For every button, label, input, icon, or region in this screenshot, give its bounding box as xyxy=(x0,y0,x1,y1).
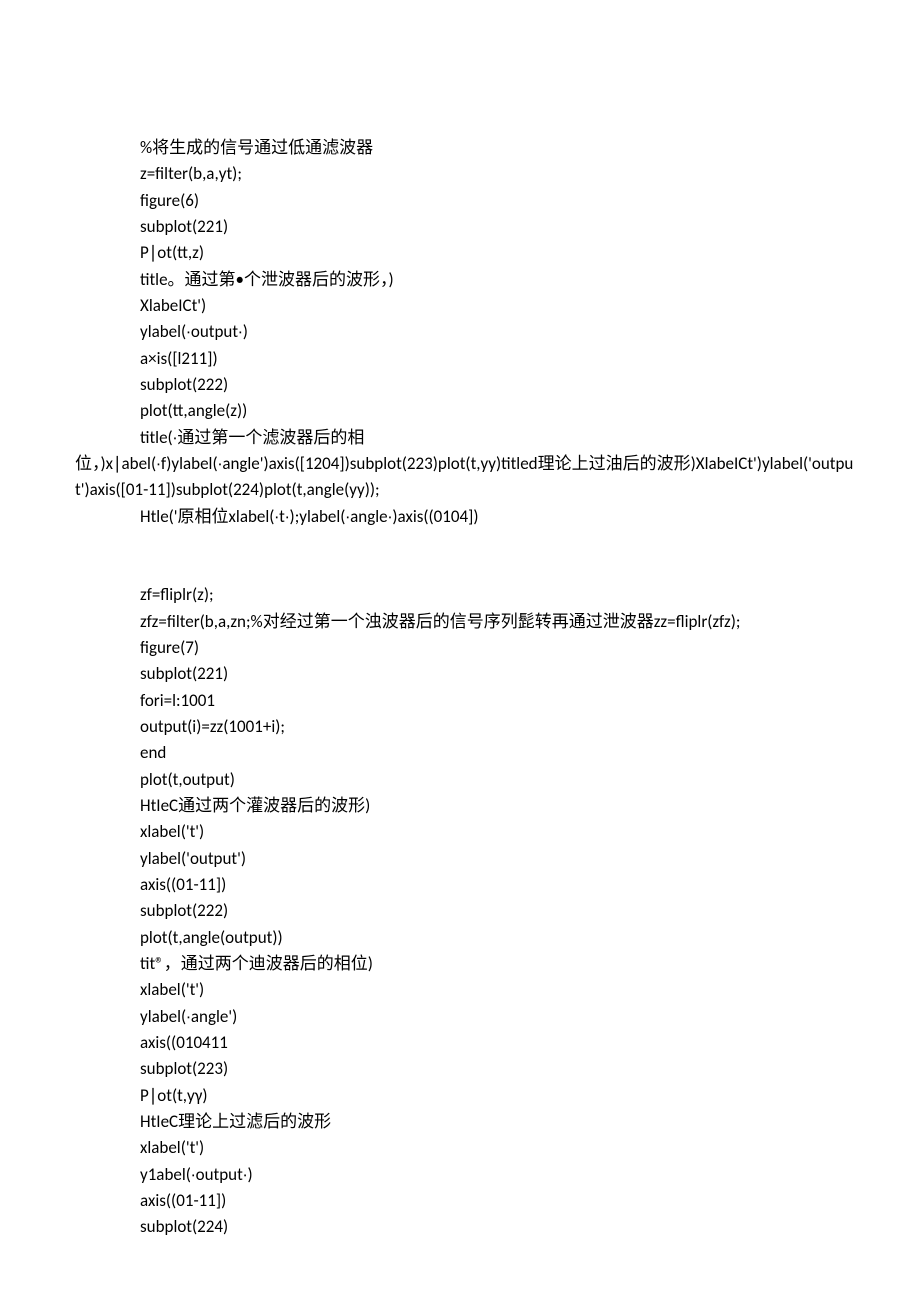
code-line: figure(7) xyxy=(0,635,920,661)
code-line: figure(6) xyxy=(0,188,920,214)
code-line: title。通过第•个泄波器后的波形，) xyxy=(0,267,920,293)
code-line: y1abel(∙output∙) xyxy=(0,1162,920,1188)
code-line: z=filter(b,a,yt); xyxy=(0,161,920,187)
code-line: subplot(222) xyxy=(0,898,920,924)
code-line: title(∙通过第一个滤波器后的相 xyxy=(0,425,920,451)
code-line: subplot(224) xyxy=(0,1214,920,1240)
code-line: axis((01-11]) xyxy=(0,1188,920,1214)
code-line: subplot(222) xyxy=(0,372,920,398)
code-line: subplot(221) xyxy=(0,661,920,687)
blank-line xyxy=(0,530,920,556)
code-line: a×is([l211]) xyxy=(0,346,920,372)
code-line: subplot(221) xyxy=(0,214,920,240)
code-line: zf=fliplr(z); xyxy=(0,582,920,608)
code-line: end xyxy=(0,740,920,766)
code-line: axis((010411 xyxy=(0,1030,920,1056)
code-line: xlabel('t') xyxy=(0,1135,920,1161)
code-line: xlabel('t') xyxy=(0,819,920,845)
code-line: ylabel('output') xyxy=(0,846,920,872)
code-document: %将生成的信号通过低通滤波器 z=filter(b,a,yt); figure(… xyxy=(0,135,920,1241)
code-line: plot(t,output) xyxy=(0,767,920,793)
code-line: tit®，通过两个迪波器后的相位) xyxy=(0,951,920,977)
blank-line xyxy=(0,556,920,582)
code-line: xlabel('t') xyxy=(0,977,920,1003)
code-line: ylabel(∙output∙) xyxy=(0,319,920,345)
code-line: Htle('原相位xlabel(∙t∙);ylabel(∙angle∙)axis… xyxy=(0,504,920,530)
code-line: plot(t,angle(output)) xyxy=(0,925,920,951)
code-line: plot(tt,angle(z)) xyxy=(0,398,920,424)
code-line: zfz=filter(b,a,zn;%对经过第一个浊波器后的信号序列髭转再通过泄… xyxy=(0,609,920,635)
code-line: XlabeICt') xyxy=(0,293,920,319)
code-line: output(i)=zz(1001+i); xyxy=(0,714,920,740)
code-line: axis((01-11]) xyxy=(0,872,920,898)
code-line: %将生成的信号通过低通滤波器 xyxy=(0,135,920,161)
code-line: subplot(223) xyxy=(0,1056,920,1082)
code-line: HtIeC通过两个灌波器后的波形) xyxy=(0,793,920,819)
code-line: ylabel(∙angle') xyxy=(0,1004,920,1030)
code-line-wrapped: 位，)x∣abel(∙f)ylabel(∙angle')axis([1204])… xyxy=(0,451,920,504)
code-line: P∣ot(t,yγ) xyxy=(0,1083,920,1109)
code-line: fori=l:1001 xyxy=(0,688,920,714)
code-line: HtIeC理论上过滤后的波形 xyxy=(0,1109,920,1135)
code-line: P∣ot(tt,z) xyxy=(0,240,920,266)
